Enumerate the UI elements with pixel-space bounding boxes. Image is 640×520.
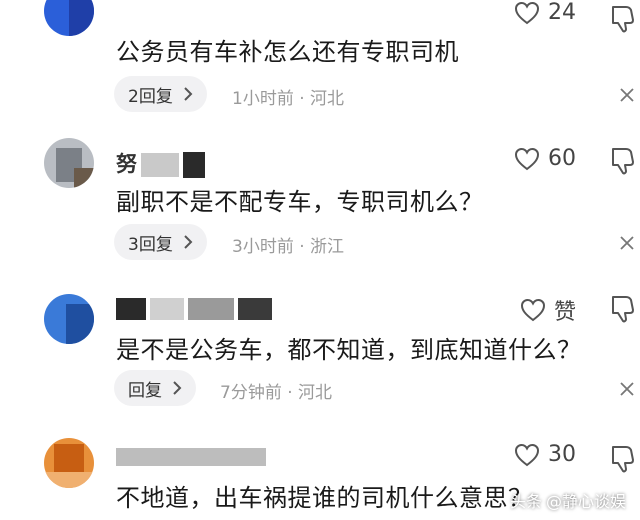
close-icon[interactable] bbox=[620, 382, 634, 396]
username[interactable] bbox=[116, 444, 266, 468]
like-button[interactable]: 30 bbox=[514, 442, 576, 467]
close-icon[interactable] bbox=[620, 236, 634, 250]
username[interactable]: 努 bbox=[116, 148, 205, 178]
heart-outline-icon bbox=[514, 443, 540, 466]
comment-meta: 7分钟前 · 河北 bbox=[220, 383, 333, 403]
chevron-right-icon bbox=[173, 381, 182, 395]
replies-count: 回复 bbox=[128, 380, 162, 401]
comment-text: 不地道，出车祸提谁的司机什么意思？ bbox=[116, 484, 533, 512]
thumbs-down-icon[interactable] bbox=[610, 146, 636, 176]
like-button[interactable]: 24 bbox=[514, 0, 576, 25]
like-count: 30 bbox=[548, 442, 576, 467]
close-icon[interactable] bbox=[620, 88, 634, 102]
heart-outline-icon bbox=[514, 147, 540, 170]
replies-count: 3回复 bbox=[128, 234, 173, 255]
username[interactable] bbox=[116, 296, 272, 320]
thumbs-down-icon[interactable] bbox=[610, 444, 636, 474]
avatar[interactable] bbox=[44, 0, 94, 36]
watermark-handle: @静心谈娱 bbox=[545, 492, 626, 511]
like-count: 24 bbox=[548, 0, 576, 25]
replies-count: 2回复 bbox=[128, 86, 173, 107]
thumbs-down-icon[interactable] bbox=[610, 294, 636, 324]
comment-meta: 1小时前 · 河北 bbox=[232, 89, 345, 109]
watermark: 头条 @静心谈娱 bbox=[510, 488, 626, 512]
comment-meta: 3小时前 · 浙江 bbox=[232, 237, 345, 257]
like-button[interactable]: 60 bbox=[514, 146, 576, 171]
like-button[interactable]: 赞 bbox=[520, 294, 576, 326]
comment-text: 副职不是不配专车，专职司机么？ bbox=[116, 188, 484, 216]
like-count: 赞 bbox=[553, 300, 576, 325]
heart-outline-icon bbox=[514, 1, 540, 24]
comment-text: 公务员有车补怎么还有专职司机 bbox=[116, 38, 459, 66]
avatar[interactable] bbox=[44, 294, 94, 344]
comment-text: 是不是公务车，都不知道，到底知道什么？ bbox=[116, 336, 582, 364]
replies-button[interactable]: 2回复 bbox=[114, 76, 207, 112]
watermark-logo: 头条 bbox=[509, 492, 542, 511]
chevron-right-icon bbox=[184, 87, 193, 101]
replies-button[interactable]: 回复 bbox=[114, 370, 196, 406]
avatar[interactable] bbox=[44, 438, 94, 488]
heart-outline-icon bbox=[520, 298, 545, 322]
chevron-right-icon bbox=[184, 235, 193, 249]
like-count: 60 bbox=[548, 146, 576, 171]
avatar[interactable] bbox=[44, 138, 94, 188]
thumbs-down-icon[interactable] bbox=[610, 4, 636, 34]
replies-button[interactable]: 3回复 bbox=[114, 224, 207, 260]
